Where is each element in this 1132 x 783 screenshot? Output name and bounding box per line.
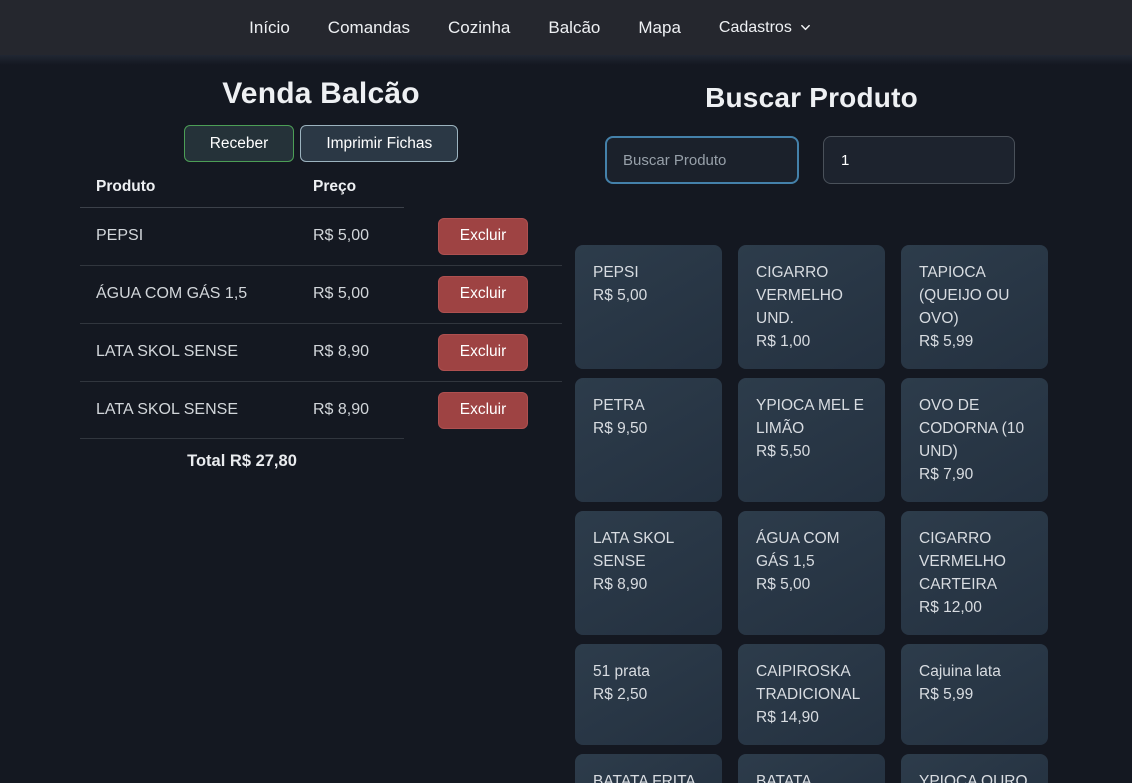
product-card-name: BATATA FRITA: [593, 770, 704, 783]
table-row: PEPSI R$ 5,00 Excluir: [80, 208, 562, 266]
product-card[interactable]: BATATA: [738, 754, 885, 783]
sale-title: Venda Balcão: [80, 77, 562, 111]
product-card-name: YPIOCA OURO: [919, 770, 1030, 783]
product-card[interactable]: YPIOCA OURO: [901, 754, 1048, 783]
product-card-name: LATA SKOL SENSE: [593, 527, 704, 573]
column-header-actions: [404, 170, 562, 208]
row-product-price: R$ 5,00: [297, 208, 404, 266]
product-card-price: R$ 8,90: [593, 573, 704, 596]
product-card[interactable]: 51 prata R$ 2,50: [575, 644, 722, 745]
product-card[interactable]: LATA SKOL SENSE R$ 8,90: [575, 511, 722, 635]
row-product-name: ÁGUA COM GÁS 1,5: [80, 265, 297, 323]
product-card-price: R$ 9,50: [593, 417, 704, 440]
table-row: LATA SKOL SENSE R$ 8,90 Excluir: [80, 323, 562, 381]
product-card-price: R$ 5,99: [919, 330, 1030, 353]
table-row: ÁGUA COM GÁS 1,5 R$ 5,00 Excluir: [80, 265, 562, 323]
product-card-price: R$ 12,00: [919, 596, 1030, 619]
product-card-name: CIGARRO VERMELHO CARTEIRA: [919, 527, 1030, 596]
sale-actions: Receber Imprimir Fichas: [80, 125, 562, 162]
product-card-price: R$ 2,50: [593, 683, 704, 706]
product-card[interactable]: TAPIOCA (QUEIJO OU OVO) R$ 5,99: [901, 245, 1048, 369]
row-product-price: R$ 5,00: [297, 265, 404, 323]
product-card-name: CIGARRO VERMELHO UND.: [756, 261, 867, 330]
product-card[interactable]: CAIPIROSKA TRADICIONAL R$ 14,90: [738, 644, 885, 745]
sale-table-body: PEPSI R$ 5,00 Excluir ÁGUA COM GÁS 1,5 R…: [80, 208, 562, 439]
sale-total: Total R$ 27,80: [80, 439, 404, 484]
total-row-spacer: [404, 439, 562, 484]
navbar-shadow: [0, 55, 1132, 65]
product-card-name: YPIOCA MEL E LIMÃO: [756, 394, 867, 440]
nav-item-mapa[interactable]: Mapa: [638, 18, 681, 38]
row-product-price: R$ 8,90: [297, 323, 404, 381]
product-card[interactable]: ÁGUA COM GÁS 1,5 R$ 5,00: [738, 511, 885, 635]
product-card[interactable]: PEPSI R$ 5,00: [575, 245, 722, 369]
product-card[interactable]: BATATA FRITA: [575, 754, 722, 783]
product-card[interactable]: OVO DE CODORNA (10 UND) R$ 7,90: [901, 378, 1048, 502]
product-card-name: OVO DE CODORNA (10 UND): [919, 394, 1030, 463]
product-card-price: R$ 1,00: [756, 330, 867, 353]
chevron-down-icon: [800, 22, 811, 33]
product-card-price: R$ 7,90: [919, 463, 1030, 486]
product-card[interactable]: CIGARRO VERMELHO UND. R$ 1,00: [738, 245, 885, 369]
delete-item-button[interactable]: Excluir: [438, 334, 529, 371]
table-header-row: Produto Preço: [80, 170, 562, 208]
nav-dropdown-cadastros[interactable]: Cadastros: [719, 19, 811, 37]
product-card-price: R$ 5,00: [756, 573, 867, 596]
nav-item-cozinha[interactable]: Cozinha: [448, 18, 510, 38]
search-controls: [605, 136, 1048, 184]
receive-button[interactable]: Receber: [184, 125, 295, 162]
product-card[interactable]: Cajuina lata R$ 5,99: [901, 644, 1048, 745]
delete-item-button[interactable]: Excluir: [438, 276, 529, 313]
nav-item-inicio[interactable]: Início: [249, 18, 290, 38]
quantity-input[interactable]: [823, 136, 1015, 184]
row-product-name: LATA SKOL SENSE: [80, 381, 297, 439]
row-product-name: PEPSI: [80, 208, 297, 266]
product-card-price: R$ 5,99: [919, 683, 1030, 706]
product-card-price: R$ 5,00: [593, 284, 704, 307]
table-row: LATA SKOL SENSE R$ 8,90 Excluir: [80, 381, 562, 439]
search-input[interactable]: [605, 136, 799, 184]
nav-dropdown-label: Cadastros: [719, 19, 792, 37]
row-product-name: LATA SKOL SENSE: [80, 323, 297, 381]
product-grid: PEPSI R$ 5,00 CIGARRO VERMELHO UND. R$ 1…: [575, 245, 1048, 783]
delete-item-button[interactable]: Excluir: [438, 392, 529, 429]
product-card-name: Cajuina lata: [919, 660, 1030, 683]
product-card-name: 51 prata: [593, 660, 704, 683]
product-card-price: R$ 5,50: [756, 440, 867, 463]
column-header-product: Produto: [80, 170, 297, 208]
total-row: Total R$ 27,80: [80, 439, 562, 484]
top-navbar: Início Comandas Cozinha Balcão Mapa Cada…: [0, 0, 1132, 55]
product-card-name: CAIPIROSKA TRADICIONAL: [756, 660, 867, 706]
sale-items-table: Produto Preço PEPSI R$ 5,00 Excluir ÁGUA…: [80, 170, 562, 483]
search-panel: Buscar Produto PEPSI R$ 5,00 CIGARRO VER…: [575, 65, 1048, 783]
nav-item-comandas[interactable]: Comandas: [328, 18, 410, 38]
nav-item-balcao[interactable]: Balcão: [548, 18, 600, 38]
search-title: Buscar Produto: [575, 82, 1048, 114]
print-tickets-button[interactable]: Imprimir Fichas: [300, 125, 458, 162]
product-card-price: R$ 14,90: [756, 706, 867, 729]
product-card-name: ÁGUA COM GÁS 1,5: [756, 527, 867, 573]
sale-panel: Venda Balcão Receber Imprimir Fichas Pro…: [80, 65, 562, 483]
product-card-name: PETRA: [593, 394, 704, 417]
product-card-name: BATATA: [756, 770, 867, 783]
column-header-price: Preço: [297, 170, 404, 208]
product-card[interactable]: YPIOCA MEL E LIMÃO R$ 5,50: [738, 378, 885, 502]
row-product-price: R$ 8,90: [297, 381, 404, 439]
product-card[interactable]: CIGARRO VERMELHO CARTEIRA R$ 12,00: [901, 511, 1048, 635]
delete-item-button[interactable]: Excluir: [438, 218, 529, 255]
product-card-name: TAPIOCA (QUEIJO OU OVO): [919, 261, 1030, 330]
product-card-name: PEPSI: [593, 261, 704, 284]
product-card[interactable]: PETRA R$ 9,50: [575, 378, 722, 502]
